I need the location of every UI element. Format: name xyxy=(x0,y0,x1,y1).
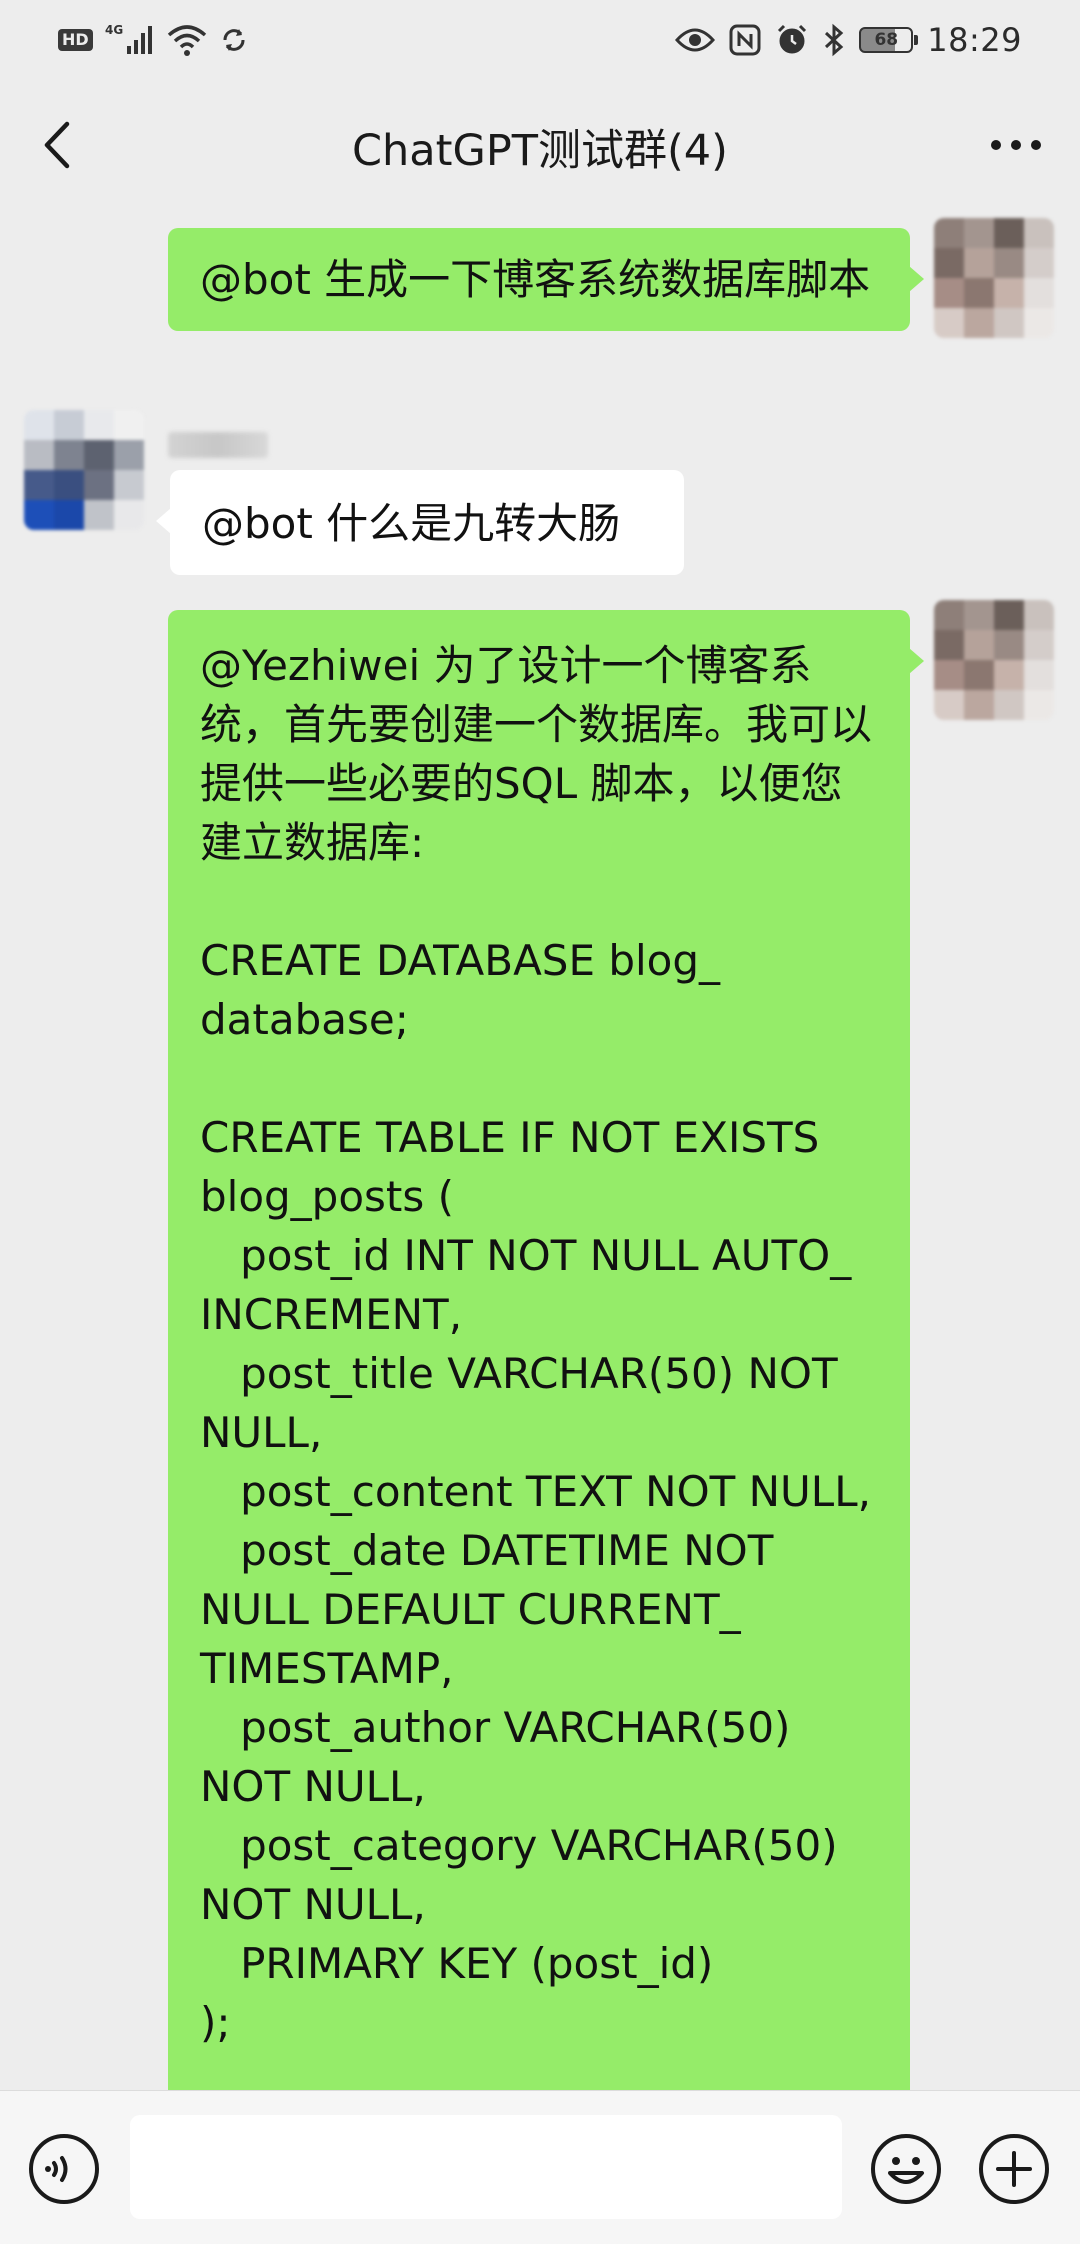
my-avatar[interactable] xyxy=(934,218,1054,338)
eye-icon xyxy=(675,26,716,54)
plus-icon xyxy=(979,2134,1049,2204)
battery-icon: 68 xyxy=(859,27,919,53)
status-time: 18:29 xyxy=(927,21,1022,59)
title-bar: ChatGPT测试群(4) xyxy=(0,80,1080,210)
status-bar: HD 4G 68 18:29 xyxy=(0,0,1080,80)
sender-avatar[interactable] xyxy=(24,410,144,530)
chat-title: ChatGPT测试群(4) xyxy=(352,126,728,176)
emoji-button[interactable] xyxy=(868,2131,944,2207)
wifi-icon xyxy=(167,23,207,57)
more-button[interactable] xyxy=(976,110,1056,180)
my-avatar[interactable] xyxy=(934,600,1054,720)
network-type-label: 4G xyxy=(105,23,123,37)
chat-message-list[interactable]: @bot 生成一下博客系统数据库脚本 @bot 什么是九转大肠 @Yezhiwe… xyxy=(0,210,1080,2090)
chat-screen: HD 4G 68 18:29 ChatGPT测试群(4) @bot 生成一下博客… xyxy=(0,0,1080,2244)
nfc-icon xyxy=(729,24,761,56)
sender-name xyxy=(168,432,268,458)
message-bubble-mine[interactable]: @Yezhiwei 为了设计一个博客系统，首先要创建一个数据库。我可以提供一些必… xyxy=(168,610,924,2090)
hd-icon: HD xyxy=(58,29,93,51)
status-bar-right: 68 18:29 xyxy=(675,18,1022,62)
signal-icon: 4G xyxy=(105,22,155,58)
voice-icon xyxy=(29,2134,99,2204)
status-bar-left: HD 4G xyxy=(58,18,249,62)
plus-button[interactable] xyxy=(976,2131,1052,2207)
message-bubble-other[interactable]: @bot 什么是九转大肠 xyxy=(156,470,684,575)
more-dots-icon xyxy=(991,140,1041,150)
emoji-icon xyxy=(871,2134,941,2204)
input-bar xyxy=(0,2090,1080,2244)
message-bubble-mine[interactable]: @bot 生成一下博客系统数据库脚本 xyxy=(168,228,924,331)
voice-button[interactable] xyxy=(26,2131,102,2207)
message-input[interactable] xyxy=(130,2115,842,2219)
alarm-icon xyxy=(775,23,809,57)
bluetooth-icon xyxy=(823,23,845,57)
sync-icon xyxy=(219,25,249,55)
